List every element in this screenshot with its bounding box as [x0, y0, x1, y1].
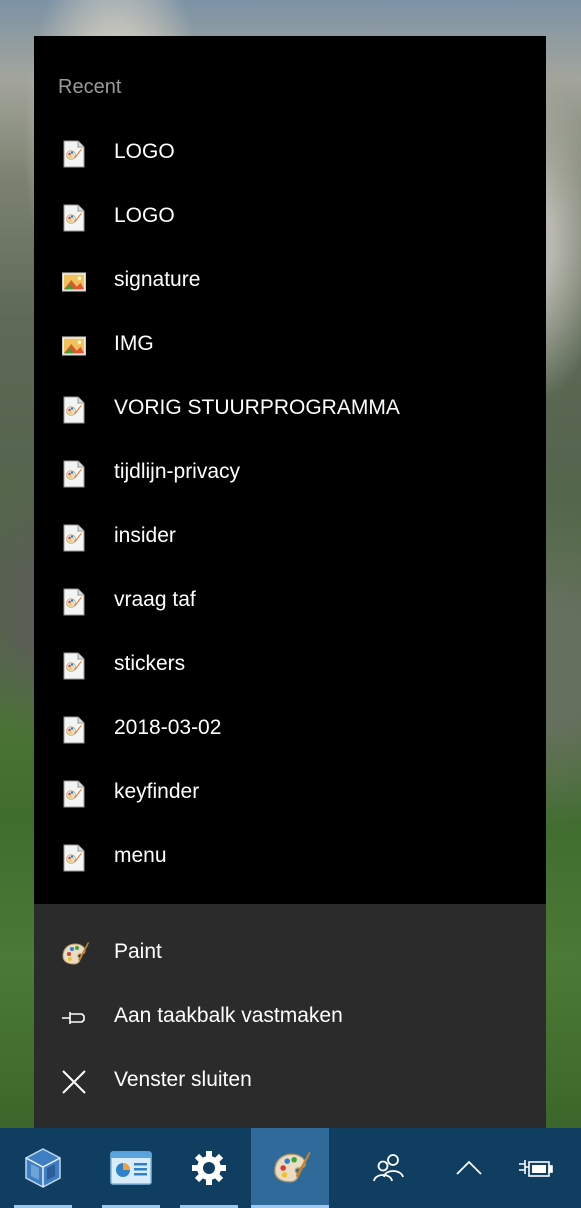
recent-item[interactable]: LOGO	[34, 122, 546, 186]
paint-file-icon	[63, 844, 85, 872]
recent-item-label: vraag taf	[114, 588, 196, 611]
presentation-icon	[110, 1151, 152, 1185]
paint-file-icon	[63, 396, 85, 424]
recent-item-label: insider	[114, 524, 176, 547]
recent-item[interactable]: signature	[34, 250, 546, 314]
open-paint-action[interactable]: Paint	[34, 922, 546, 986]
taskbar-button-settings[interactable]	[170, 1128, 248, 1208]
paint-file-icon	[63, 524, 85, 552]
recent-item-label: LOGO	[114, 140, 175, 163]
paint-file-icon	[63, 204, 85, 232]
paint-palette-icon	[62, 942, 89, 965]
pin-icon	[62, 1012, 85, 1024]
power-status-button[interactable]	[500, 1128, 570, 1208]
recent-item-label: 2018-03-02	[114, 716, 222, 739]
paint-file-icon	[63, 716, 85, 744]
recent-item-label: tijdlijn-privacy	[114, 460, 241, 483]
recent-item[interactable]: keyfinder	[34, 762, 546, 826]
paint-file-icon	[63, 780, 85, 808]
recent-item-label: stickers	[114, 652, 186, 675]
recent-item[interactable]: LOGO	[34, 186, 546, 250]
taskbar-button-virtualbox[interactable]	[4, 1128, 82, 1208]
recent-item[interactable]: VORIG STUURPROGRAMMA	[34, 378, 546, 442]
recent-item-label: IMG	[114, 332, 154, 355]
power-plug-battery-icon	[519, 1160, 553, 1177]
taskbar	[0, 1128, 581, 1208]
recent-item[interactable]: vraag taf	[34, 570, 546, 634]
taskbar-button-paint[interactable]	[251, 1128, 329, 1208]
virtualbox-icon	[25, 1148, 61, 1188]
pin-to-taskbar-action[interactable]: Aan taakbalk vastmaken	[34, 986, 546, 1050]
close-icon	[62, 1070, 86, 1094]
recent-item[interactable]: 2018-03-02	[34, 698, 546, 762]
recent-item[interactable]: IMG	[34, 314, 546, 378]
recent-item[interactable]: insider	[34, 506, 546, 570]
pin-to-taskbar-label: Aan taakbalk vastmaken	[114, 1004, 343, 1027]
chevron-up-icon	[456, 1160, 482, 1175]
gear-icon	[192, 1151, 226, 1185]
paint-file-icon	[63, 140, 85, 168]
recent-item-label: signature	[114, 268, 201, 291]
close-window-label: Venster sluiten	[114, 1068, 252, 1091]
people-icon	[373, 1154, 404, 1182]
image-file-icon	[62, 272, 86, 292]
jump-list-actions: Paint Aan taakbalk vastmaken Venster slu…	[34, 904, 546, 1128]
recent-item[interactable]: stickers	[34, 634, 546, 698]
recent-list: LOGO LOGO signature IMG VORIG STUURPROGR…	[34, 122, 546, 890]
image-file-icon	[62, 336, 86, 356]
recent-item-label: LOGO	[114, 204, 175, 227]
paint-file-icon	[63, 460, 85, 488]
close-window-action[interactable]: Venster sluiten	[34, 1050, 546, 1114]
recent-item-label: menu	[114, 844, 167, 867]
taskbar-button-presentation[interactable]	[92, 1128, 170, 1208]
paint-palette-icon	[274, 1151, 311, 1183]
people-button[interactable]	[352, 1128, 424, 1208]
recent-item[interactable]: tijdlijn-privacy	[34, 442, 546, 506]
recent-section-title: Recent	[58, 76, 122, 98]
open-paint-label: Paint	[114, 940, 162, 963]
recent-item[interactable]: menu	[34, 826, 546, 890]
jump-list: Recent LOGO LOGO signature IMG VORIG STU…	[34, 36, 546, 1128]
show-hidden-icons-button[interactable]	[434, 1128, 504, 1208]
recent-item-label: VORIG STUURPROGRAMMA	[114, 396, 400, 419]
recent-item-label: keyfinder	[114, 780, 200, 803]
paint-file-icon	[63, 652, 85, 680]
paint-file-icon	[63, 588, 85, 616]
